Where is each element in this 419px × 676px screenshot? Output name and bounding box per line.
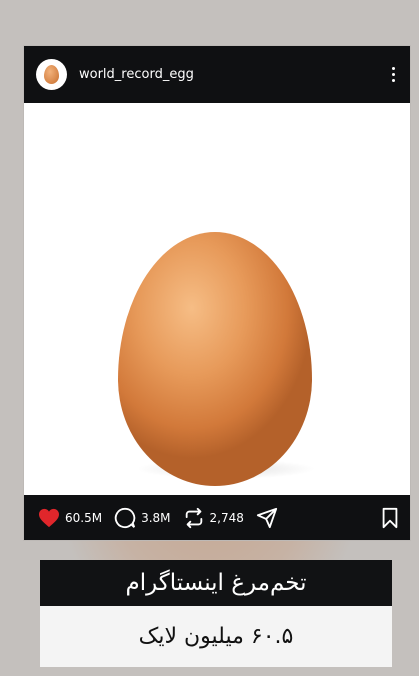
avatar-egg-icon <box>44 65 59 84</box>
repost-stat: 2,748 <box>183 507 244 529</box>
egg-image <box>118 232 312 486</box>
bookmark-icon[interactable] <box>380 507 400 529</box>
caption-title: تخم‌مرغ اینستاگرام <box>40 560 392 606</box>
comment-count: 3.8M <box>141 510 171 525</box>
repost-count: 2,748 <box>209 510 244 525</box>
repost-icon[interactable] <box>183 507 205 529</box>
post-image[interactable] <box>24 103 410 495</box>
like-stat: 60.5M <box>38 508 102 528</box>
share-icon[interactable] <box>256 507 278 529</box>
post-header: world_record_egg <box>24 46 410 103</box>
more-icon[interactable] <box>386 67 400 82</box>
comment-stat: 3.8M <box>114 507 171 529</box>
instagram-post-card: world_record_egg 60.5M 3.8M 2,748 <box>24 46 410 540</box>
post-actions-bar: 60.5M 3.8M 2,748 <box>24 495 410 540</box>
caption-subtitle: ۶۰.۵ میلیون لایک <box>40 606 392 667</box>
avatar[interactable] <box>36 59 67 90</box>
heart-icon[interactable] <box>38 508 60 528</box>
comment-icon[interactable] <box>114 507 136 529</box>
username[interactable]: world_record_egg <box>79 67 386 82</box>
caption-box: تخم‌مرغ اینستاگرام ۶۰.۵ میلیون لایک <box>40 560 392 667</box>
like-count: 60.5M <box>65 510 103 525</box>
